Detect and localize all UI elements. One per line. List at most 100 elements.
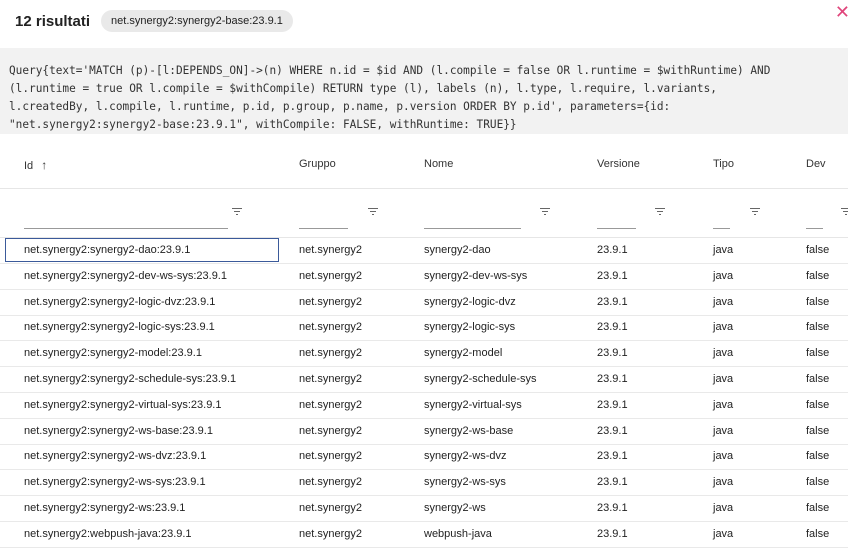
cell-tipo: java: [713, 321, 734, 334]
cell-dev: false: [806, 295, 830, 308]
filter-input-tipo[interactable]: [713, 228, 730, 229]
table-row[interactable]: net.synergy2:synergy2-ws-base:23.9.1 net.…: [0, 419, 848, 445]
column-header-tipo[interactable]: Tipo: [713, 158, 734, 170]
filter-icon[interactable]: [540, 208, 550, 216]
table-row[interactable]: net.synergy2:synergy2-model:23.9.1 net.sy…: [0, 341, 848, 368]
cell-nome: synergy2-ws: [424, 502, 486, 514]
cell-dev: false: [806, 373, 830, 385]
cell-id: net.synergy2:webpush-java:23.9.1: [24, 527, 192, 540]
cell-dev: false: [806, 476, 830, 489]
table-row[interactable]: net.synergy2:synergy2-schedule-sys:23.9.…: [0, 367, 848, 393]
cell-versione: 23.9.1: [597, 476, 628, 489]
cell-dev: false: [806, 347, 830, 360]
cell-versione: 23.9.1: [597, 424, 628, 437]
filter-input-gruppo[interactable]: [299, 228, 348, 229]
cell-id: net.synergy2:synergy2-logic-sys:23.9.1: [24, 321, 215, 334]
cell-tipo: java: [713, 450, 734, 463]
cell-tipo: java: [713, 295, 734, 308]
column-header-versione[interactable]: Versione: [597, 158, 640, 170]
cell-nome: synergy2-ws-base: [424, 424, 514, 437]
cell-dev: false: [806, 398, 830, 411]
cell-versione: 23.9.1: [597, 347, 628, 360]
cell-versione: 23.9.1: [597, 373, 628, 385]
cell-gruppo: net.synergy2: [299, 502, 362, 514]
cell-dev: false: [806, 450, 830, 463]
table-row[interactable]: net.synergy2:synergy2-ws-sys:23.9.1 net.s…: [0, 470, 848, 497]
cell-gruppo: net.synergy2: [299, 373, 362, 385]
cell-tipo: java: [713, 502, 734, 514]
cell-dev: false: [806, 244, 830, 256]
cell-dev: false: [806, 321, 830, 334]
filter-input-id[interactable]: [24, 228, 228, 229]
cell-tipo: java: [713, 398, 734, 411]
table-row[interactable]: net.synergy2:synergy2-logic-sys:23.9.1 ne…: [0, 315, 848, 342]
cell-tipo: java: [713, 476, 734, 489]
cell-gruppo: net.synergy2: [299, 321, 362, 334]
cell-nome: synergy2-virtual-sys: [424, 398, 522, 411]
table-row[interactable]: net.synergy2:synergy2-virtual-sys:23.9.1…: [0, 393, 848, 419]
cell-tipo: java: [713, 269, 734, 282]
filter-icon[interactable]: [841, 208, 848, 216]
column-header-nome[interactable]: Nome: [424, 158, 453, 170]
cell-nome: synergy2-dao: [424, 244, 491, 256]
cell-nome: synergy2-ws-dvz: [424, 450, 507, 463]
table-row[interactable]: net.synergy2:synergy2-ws-dvz:23.9.1 net.s…: [0, 444, 848, 471]
filter-icon[interactable]: [655, 208, 665, 216]
cell-dev: false: [806, 269, 830, 282]
cell-tipo: java: [713, 527, 734, 540]
cell-versione: 23.9.1: [597, 269, 628, 282]
cell-nome: webpush-java: [424, 527, 492, 540]
table-row[interactable]: net.synergy2:synergy2-logic-dvz:23.9.1 ne…: [0, 290, 848, 316]
cell-gruppo: net.synergy2: [299, 347, 362, 360]
cell-tipo: java: [713, 347, 734, 360]
filter-input-nome[interactable]: [424, 228, 521, 229]
cell-id: net.synergy2:synergy2-virtual-sys:23.9.1: [24, 398, 222, 411]
table-row[interactable]: net.synergy2:webpush-java:23.9.1 net.syne…: [0, 522, 848, 548]
cell-nome: synergy2-dev-ws-sys: [424, 269, 528, 282]
cell-versione: 23.9.1: [597, 450, 628, 463]
cell-nome: synergy2-ws-sys: [424, 476, 506, 489]
cell-gruppo: net.synergy2: [299, 450, 362, 463]
cell-id: net.synergy2:synergy2-ws-base:23.9.1: [24, 424, 213, 437]
column-header-gruppo[interactable]: Gruppo: [299, 158, 336, 170]
table-row[interactable]: net.synergy2:synergy2-dev-ws-sys:23.9.1 n…: [0, 264, 848, 290]
filter-icon[interactable]: [232, 208, 242, 216]
cell-id: net.synergy2:synergy2-ws-sys:23.9.1: [24, 476, 206, 489]
query-text: Query{text='MATCH (p)-[l:DEPENDS_ON]->(n…: [0, 48, 848, 134]
cell-versione: 23.9.1: [597, 295, 628, 308]
column-header-label: Id: [24, 160, 34, 172]
filter-icon[interactable]: [368, 208, 378, 216]
close-icon[interactable]: ✕: [835, 2, 848, 23]
cell-dev: false: [806, 424, 830, 437]
arrow-up-icon[interactable]: ↑: [41, 158, 47, 172]
cell-id: net.synergy2:synergy2-ws-dvz:23.9.1: [24, 450, 207, 463]
cell-id: net.synergy2:synergy2-ws:23.9.1: [24, 502, 186, 514]
cell-nome: synergy2-logic-dvz: [424, 295, 516, 308]
cell-nome: synergy2-logic-sys: [424, 321, 516, 334]
cell-gruppo: net.synergy2: [299, 269, 362, 282]
cell-tipo: java: [713, 373, 734, 385]
cell-versione: 23.9.1: [597, 244, 628, 256]
cell-versione: 23.9.1: [597, 527, 628, 540]
cell-gruppo: net.synergy2: [299, 398, 362, 411]
cell-versione: 23.9.1: [597, 398, 628, 411]
cell-dev: false: [806, 527, 830, 540]
cell-versione: 23.9.1: [597, 502, 628, 514]
artifact-chip[interactable]: net.synergy2:synergy2-base:23.9.1: [101, 10, 293, 32]
cell-nome: synergy2-model: [424, 347, 503, 360]
cell-id: net.synergy2:synergy2-logic-dvz:23.9.1: [24, 295, 216, 308]
results-count-title: 12 risultati: [15, 12, 91, 30]
filter-icon[interactable]: [750, 208, 760, 216]
table-row[interactable]: net.synergy2:synergy2-ws:23.9.1 net.syner…: [0, 496, 848, 522]
cell-gruppo: net.synergy2: [299, 527, 362, 540]
cell-gruppo: net.synergy2: [299, 424, 362, 437]
cell-nome: synergy2-schedule-sys: [424, 373, 537, 385]
filter-input-versione[interactable]: [597, 228, 636, 229]
cell-dev: false: [806, 502, 830, 514]
filter-input-dev[interactable]: [806, 228, 823, 229]
column-header-id[interactable]: Id ↑: [24, 158, 47, 172]
filter-row: [0, 188, 848, 238]
cell-gruppo: net.synergy2: [299, 295, 362, 308]
cell-id: net.synergy2:synergy2-schedule-sys:23.9.…: [24, 373, 237, 385]
column-header-dev[interactable]: Dev: [806, 158, 826, 170]
